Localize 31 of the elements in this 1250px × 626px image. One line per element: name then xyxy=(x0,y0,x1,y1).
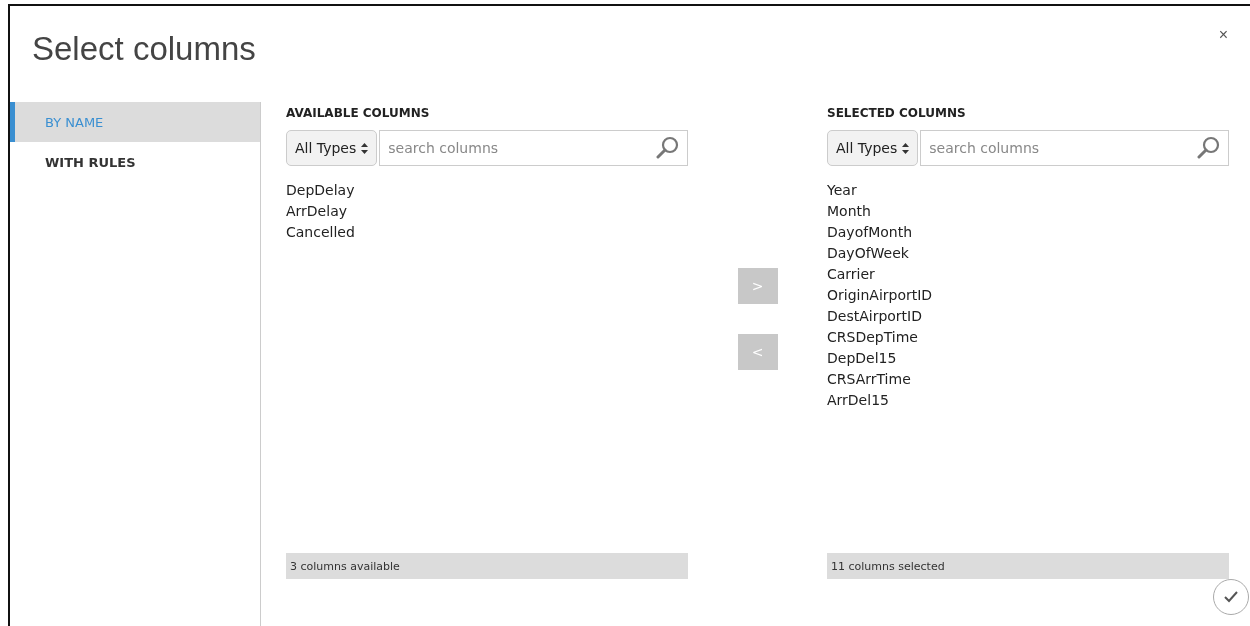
confirm-button[interactable] xyxy=(1213,579,1249,615)
sidebar-tab[interactable]: WITH RULES xyxy=(10,142,260,182)
sort-arrows-icon xyxy=(361,142,369,154)
column-item[interactable]: Cancelled xyxy=(286,222,355,243)
column-item[interactable]: Year xyxy=(827,180,857,201)
type-select[interactable]: All Types xyxy=(286,130,378,166)
check-icon xyxy=(1223,590,1239,604)
column-item[interactable]: DepDelay xyxy=(286,180,355,201)
dialog-title: Select columns xyxy=(32,30,256,69)
column-item[interactable]: ArrDelay xyxy=(286,201,347,222)
column-item[interactable]: CRSArrTime xyxy=(827,369,911,390)
search-icon[interactable] xyxy=(1197,136,1221,160)
column-item[interactable]: DestAirportID xyxy=(827,306,922,327)
column-item[interactable]: ArrDel15 xyxy=(827,390,889,411)
close-button[interactable]: × xyxy=(1214,24,1232,46)
column-count-bar: 11 columns selected xyxy=(827,553,1229,579)
column-item[interactable]: Carrier xyxy=(827,264,875,285)
column-count-bar: 3 columns available xyxy=(286,553,688,579)
sort-arrows-icon xyxy=(902,142,910,154)
column-item[interactable]: DayOfWeek xyxy=(827,243,909,264)
column-item[interactable]: CRSDepTime xyxy=(827,327,918,348)
column-item[interactable]: DayofMonth xyxy=(827,222,913,243)
search-field[interactable]: search columns xyxy=(920,130,1229,166)
column-item[interactable]: DepDel15 xyxy=(827,348,897,369)
type-select[interactable]: All Types xyxy=(827,130,919,166)
column-item[interactable]: Month xyxy=(827,201,871,222)
search-field[interactable]: search columns xyxy=(379,130,688,166)
search-icon[interactable] xyxy=(656,136,680,160)
column-item[interactable]: OriginAirportID xyxy=(827,285,933,306)
panel-heading: AVAILABLE COLUMNS xyxy=(286,106,431,122)
panel-heading: SELECTED COLUMNS xyxy=(827,106,967,122)
